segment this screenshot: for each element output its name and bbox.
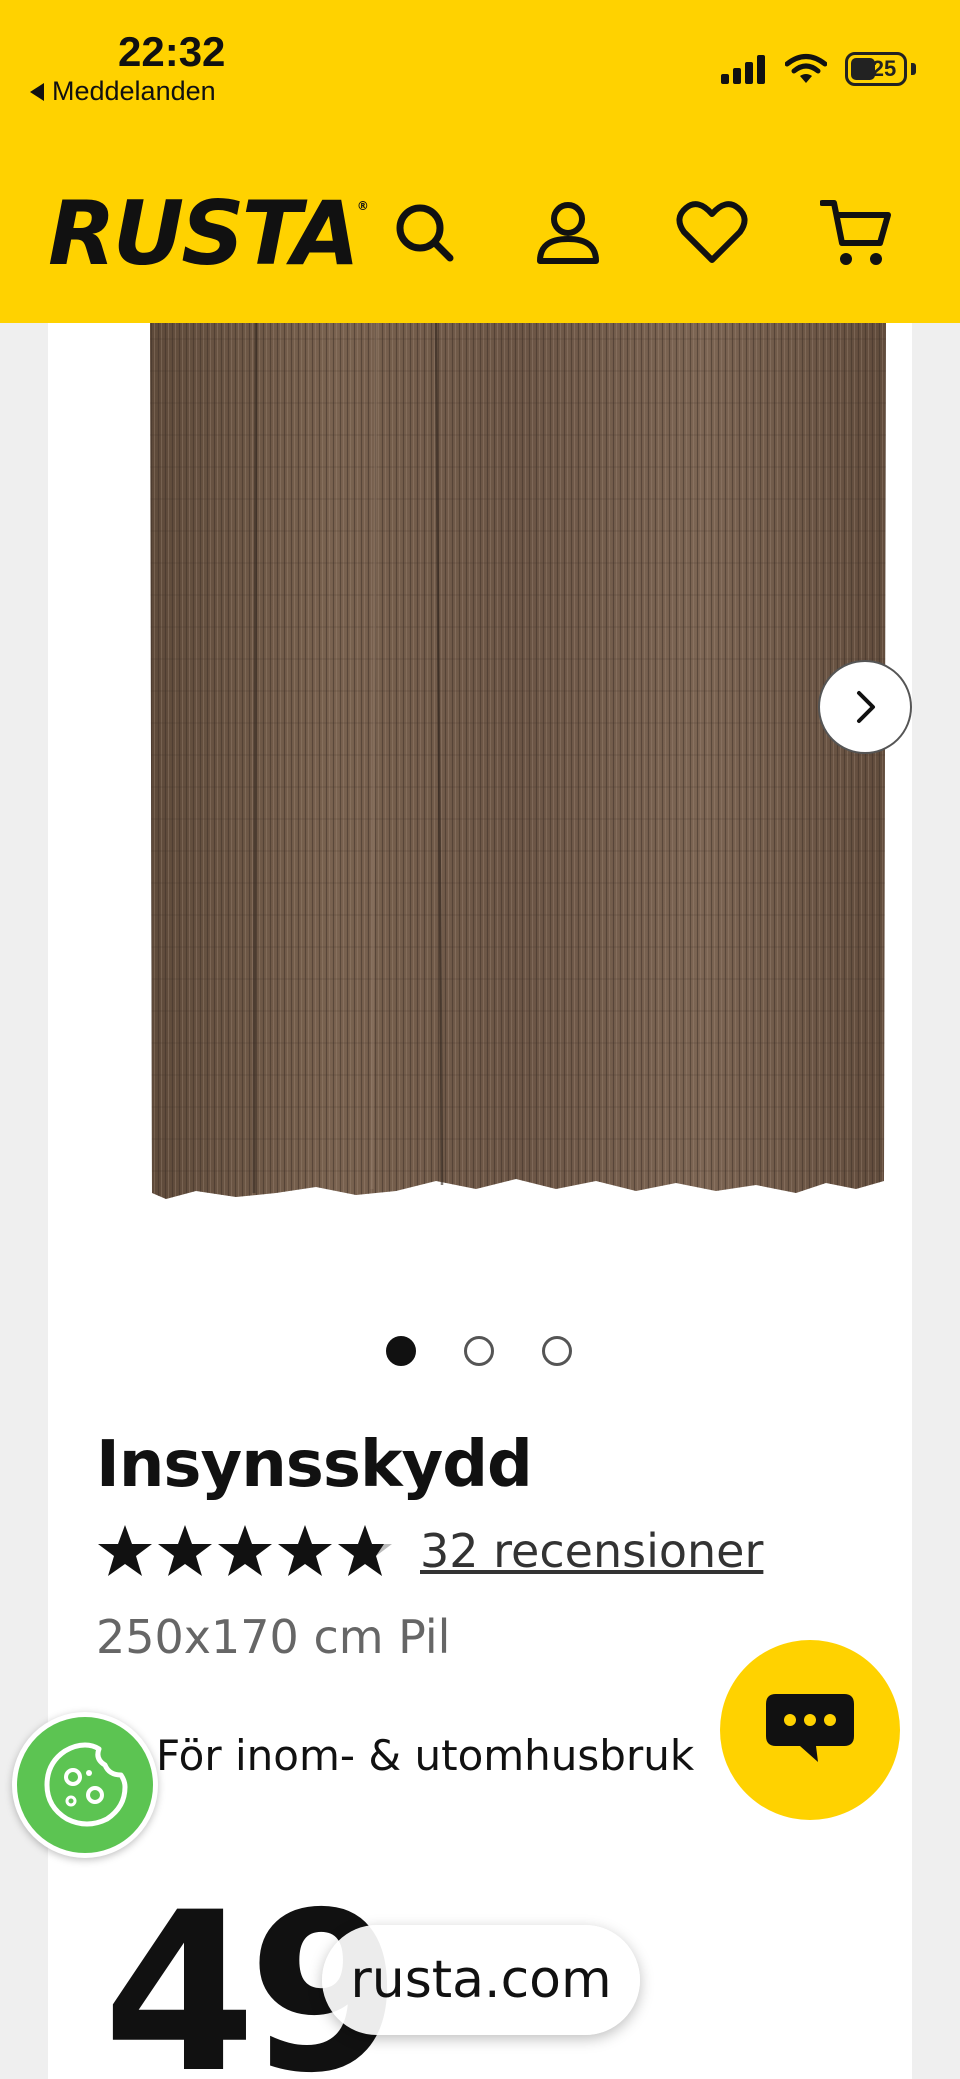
cookie-icon: [44, 1742, 128, 1827]
gallery-dot[interactable]: [542, 1336, 572, 1366]
gallery-dot[interactable]: [386, 1336, 416, 1366]
star-icon: [158, 1525, 212, 1576]
star-icon: [218, 1525, 272, 1576]
battery-level: 25: [871, 56, 897, 81]
product-image[interactable]: [136, 322, 886, 1223]
status-indicators: 25: [721, 52, 916, 86]
cart-icon[interactable]: [816, 193, 896, 273]
product-size: 250x170 cm Pil: [96, 1610, 451, 1664]
back-label: Meddelanden: [52, 76, 216, 106]
gallery-dot[interactable]: [464, 1336, 494, 1366]
signal-icon: [721, 55, 765, 84]
star-icon: [278, 1525, 332, 1576]
chat-button[interactable]: [720, 1640, 900, 1820]
reviews-link[interactable]: 32 recensioner: [420, 1524, 763, 1578]
star-icon: [98, 1525, 152, 1576]
star-half-icon: [338, 1525, 392, 1576]
willow-screen-image: [150, 322, 886, 1199]
status-time: 22:32: [118, 28, 226, 75]
product-feature: För inom- & utomhusbruk: [156, 1731, 695, 1780]
product-rating: 32 recensioner: [96, 1523, 763, 1579]
browser-address-bar[interactable]: rusta.com: [322, 1925, 640, 2035]
user-icon[interactable]: [528, 193, 608, 273]
rating-stars: [96, 1523, 394, 1579]
chat-bubble-icon: [766, 1694, 854, 1762]
back-to-app-link[interactable]: Meddelanden: [30, 76, 216, 107]
cookie-settings-button[interactable]: [12, 1712, 158, 1858]
gallery-pagination: [386, 1336, 572, 1366]
header: 22:32 Meddelanden 25 RUSTA®: [0, 0, 960, 323]
rusta-logo[interactable]: RUSTA®: [48, 190, 369, 278]
gallery-next-button[interactable]: [818, 660, 912, 754]
battery-indicator: 25: [845, 52, 907, 86]
back-arrow-icon: [30, 82, 44, 101]
wifi-icon: [785, 54, 827, 83]
product-title: Insynsskydd: [96, 1428, 533, 1502]
battery-nub: [911, 63, 916, 75]
search-icon[interactable]: [385, 193, 465, 273]
chevron-right-icon: [857, 691, 875, 723]
heart-icon[interactable]: [672, 193, 752, 273]
